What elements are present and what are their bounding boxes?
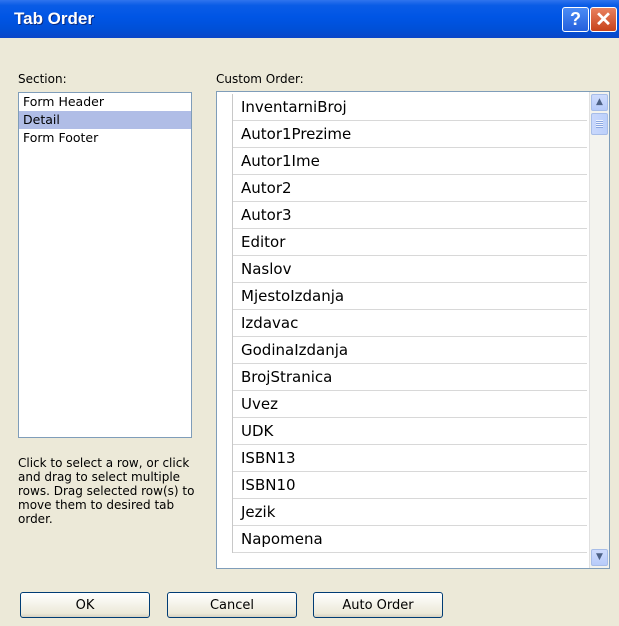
order-row[interactable]: Autor1Prezime xyxy=(217,121,587,148)
section-label: Section: xyxy=(18,72,67,86)
row-selector[interactable] xyxy=(217,418,233,445)
order-row-label: Uvez xyxy=(241,395,278,413)
order-row[interactable]: BrojStranica xyxy=(217,364,587,391)
close-icon: ✕ xyxy=(595,9,612,31)
order-row[interactable]: ISBN10 xyxy=(217,472,587,499)
row-selector[interactable] xyxy=(217,94,233,121)
row-selector[interactable] xyxy=(217,283,233,310)
row-selector[interactable] xyxy=(217,175,233,202)
section-item-form-header[interactable]: Form Header xyxy=(19,93,191,111)
close-button[interactable]: ✕ xyxy=(590,7,617,32)
order-row[interactable]: Napomena xyxy=(217,526,587,553)
row-selector[interactable] xyxy=(217,472,233,499)
order-row-label: Autor2 xyxy=(241,179,292,197)
order-row[interactable]: Naslov xyxy=(217,256,587,283)
order-row[interactable]: InventarniBroj xyxy=(217,94,587,121)
order-row-label: Naslov xyxy=(241,260,292,278)
order-row-label: BrojStranica xyxy=(241,368,333,386)
title-bar[interactable]: Tab Order ? ✕ xyxy=(0,0,619,38)
order-row-label: Autor3 xyxy=(241,206,292,224)
order-row[interactable]: MjestoIzdanja xyxy=(217,283,587,310)
row-selector[interactable] xyxy=(217,499,233,526)
row-selector[interactable] xyxy=(217,310,233,337)
order-row[interactable]: UDK xyxy=(217,418,587,445)
help-icon: ? xyxy=(570,9,581,29)
order-row-label: Napomena xyxy=(241,530,323,548)
order-row[interactable]: Autor3 xyxy=(217,202,587,229)
tab-order-dialog: Tab Order ? ✕ Section: Form Header Detai… xyxy=(0,0,619,626)
section-item-detail[interactable]: Detail xyxy=(19,111,191,129)
order-row-label: ISBN13 xyxy=(241,449,296,467)
row-selector[interactable] xyxy=(217,337,233,364)
instructions-text: Click to select a row, or click and drag… xyxy=(18,456,195,526)
order-row[interactable]: Autor1Ime xyxy=(217,148,587,175)
order-row-label: Jezik xyxy=(241,503,276,521)
row-selector[interactable] xyxy=(217,148,233,175)
order-row[interactable]: Uvez xyxy=(217,391,587,418)
dialog-title: Tab Order xyxy=(14,9,94,28)
order-row[interactable]: GodinaIzdanja xyxy=(217,337,587,364)
order-row[interactable]: Izdavac xyxy=(217,310,587,337)
custom-order-label: Custom Order: xyxy=(216,72,304,86)
custom-order-grid[interactable]: InventarniBroj Autor1Prezime Autor1Ime Auto… xyxy=(216,91,610,569)
order-row[interactable]: Jezik xyxy=(217,499,587,526)
row-selector[interactable] xyxy=(217,121,233,148)
section-item-form-footer[interactable]: Form Footer xyxy=(19,129,191,147)
scroll-down-icon[interactable]: ▼ xyxy=(591,549,608,566)
auto-order-button[interactable]: Auto Order xyxy=(313,592,443,618)
row-selector[interactable] xyxy=(217,202,233,229)
order-row-label: ISBN10 xyxy=(241,476,296,494)
row-selector[interactable] xyxy=(217,445,233,472)
order-row[interactable]: ISBN13 xyxy=(217,445,587,472)
row-selector[interactable] xyxy=(217,391,233,418)
row-selector[interactable] xyxy=(217,229,233,256)
row-selector[interactable] xyxy=(217,526,233,553)
order-row[interactable]: Autor2 xyxy=(217,175,587,202)
order-row-label: Editor xyxy=(241,233,286,251)
order-row-label: Autor1Prezime xyxy=(241,125,352,143)
cancel-button[interactable]: Cancel xyxy=(167,592,297,618)
order-row-label: MjestoIzdanja xyxy=(241,287,345,305)
order-row-label: UDK xyxy=(241,422,274,440)
order-row-label: GodinaIzdanja xyxy=(241,341,349,359)
row-selector[interactable] xyxy=(217,364,233,391)
order-row-label: InventarniBroj xyxy=(241,98,347,116)
order-row-label: Autor1Ime xyxy=(241,152,320,170)
section-list[interactable]: Form Header Detail Form Footer xyxy=(18,92,192,438)
help-button[interactable]: ? xyxy=(562,7,589,32)
scroll-up-icon[interactable]: ▲ xyxy=(591,94,608,111)
order-row-label: Izdavac xyxy=(241,314,299,332)
row-selector[interactable] xyxy=(217,256,233,283)
scroll-thumb[interactable] xyxy=(591,113,608,135)
order-row[interactable]: Editor xyxy=(217,229,587,256)
ok-button[interactable]: OK xyxy=(20,592,150,618)
vertical-scrollbar[interactable]: ▲ ▼ xyxy=(589,92,609,568)
